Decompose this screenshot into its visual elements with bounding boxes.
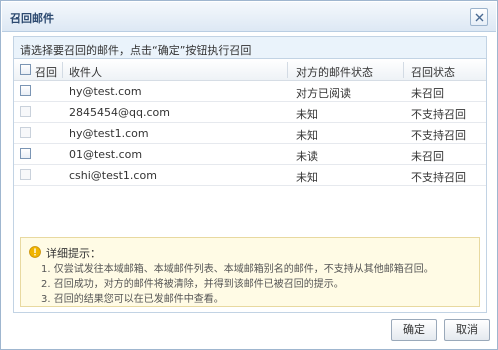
recipient-email: 01@test.com [69,148,143,161]
table-row: hy@test1.com 未知 不支持召回 [14,123,486,144]
row-checkbox [20,169,31,180]
cancel-button[interactable]: 取消 [444,319,490,341]
column-divider [287,62,288,78]
mail-status: 未知 [296,129,318,142]
dialog-footer: 确定 取消 [2,313,496,349]
dialog-title: 召回邮件 [10,12,54,25]
header-recall: 召回 [35,66,57,79]
tip-line: 2. 召回成功，对方的邮件将被清除，并得到该邮件已被召回的提示。 [41,279,344,290]
recall-status: 未召回 [411,150,444,163]
mail-status: 对方已阅读 [296,87,351,100]
mail-status: 未读 [296,150,318,163]
tips-title: 详细提示： [46,247,101,260]
recall-status: 不支持召回 [411,171,466,184]
table-header: 召回 收件人 对方的邮件状态 召回状态 [14,59,486,81]
recall-panel: 请选择要召回的邮件，点击“确定”按钮执行召回 召回 收件人 对方的邮件状态 召回… [13,36,487,313]
recipient-email: 2845454@qq.com [69,106,170,119]
row-checkbox[interactable] [20,85,31,96]
table-row: cshi@test1.com 未知 不支持召回 [14,165,486,186]
close-icon [475,13,484,22]
table-row: 01@test.com 未读 未召回 [14,144,486,165]
select-all-checkbox[interactable] [20,64,31,75]
row-checkbox[interactable] [20,148,31,159]
recipient-email: cshi@test1.com [69,169,157,182]
row-checkbox [20,106,31,117]
recall-status: 不支持召回 [411,108,466,121]
warning-icon [29,246,41,258]
row-checkbox [20,127,31,138]
table-row: hy@test.com 对方已阅读 未召回 [14,81,486,102]
ok-button[interactable]: 确定 [391,319,437,341]
instruction-text: 请选择要召回的邮件，点击“确定”按钮执行召回 [14,37,486,59]
recipient-email: hy@test.com [69,85,142,98]
header-mail-status: 对方的邮件状态 [296,66,373,79]
recall-mail-dialog: 召回邮件 请选择要召回的邮件，点击“确定”按钮执行召回 召回 收件人 对方的邮件… [0,0,498,350]
recall-status: 不支持召回 [411,129,466,142]
mail-status: 未知 [296,108,318,121]
tips-box: 详细提示： 1. 仅尝试发往本域邮箱、本域邮件列表、本域邮箱别名的邮件，不支持从… [20,237,480,307]
header-recall-status: 召回状态 [411,66,455,79]
column-divider [403,62,404,78]
recall-status: 未召回 [411,87,444,100]
tip-line: 1. 仅尝试发往本域邮箱、本域邮件列表、本域邮箱别名的邮件，不支持从其他邮箱召回… [41,264,434,275]
column-divider [62,62,63,78]
table-row: 2845454@qq.com 未知 不支持召回 [14,102,486,123]
dialog-titlebar: 召回邮件 [2,2,496,32]
tip-line: 3. 召回的结果您可以在已发邮件中查看。 [41,294,224,305]
recipient-email: hy@test1.com [69,127,149,140]
close-button[interactable] [470,8,488,26]
mail-status: 未知 [296,171,318,184]
header-recipient: 收件人 [69,66,102,79]
